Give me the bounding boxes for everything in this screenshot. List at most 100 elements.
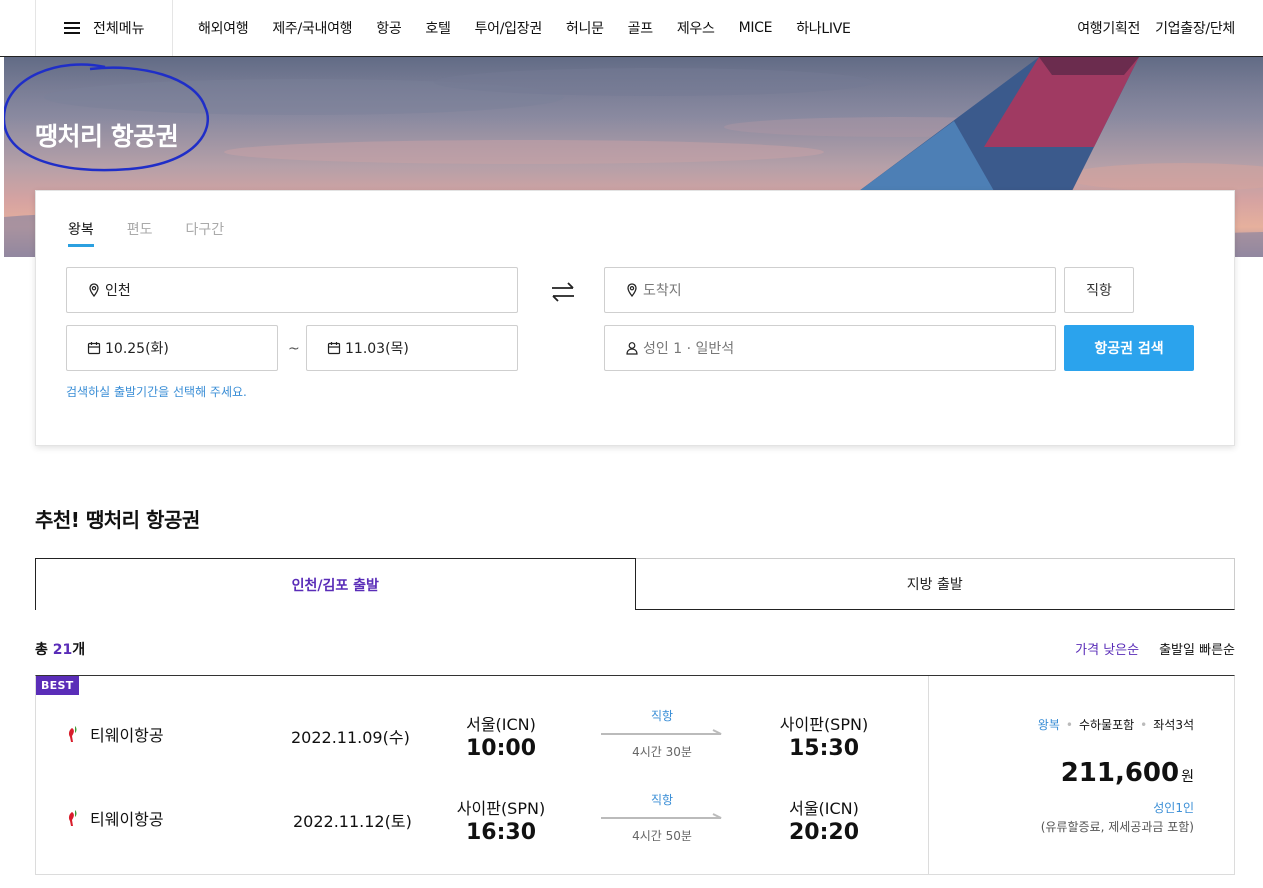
per-person-label: 성인1인	[1153, 801, 1194, 815]
origin-field[interactable]: 인천	[66, 267, 518, 313]
route-arrow-icon	[601, 729, 722, 735]
sort-departure-early[interactable]: 출발일 빠른순	[1159, 639, 1235, 658]
nav-honeymoon[interactable]: 허니문	[566, 18, 604, 38]
return-date-value: 11.03(목)	[345, 341, 409, 357]
person-icon	[625, 341, 639, 355]
flight-duration: 4시간 50분	[632, 829, 692, 843]
date-hint: 검색하실 출발기간을 선택해 주세요.	[66, 385, 247, 399]
nav-flights[interactable]: 항공	[376, 18, 401, 38]
location-pin-icon	[625, 283, 639, 297]
page-title: 땡처리 항공권	[35, 122, 179, 151]
sort-options: 가격 낮은순 출발일 빠른순	[1055, 639, 1235, 658]
tax-included-note: (유류할증료, 제세공과금 포함)	[1040, 820, 1194, 834]
nav-zeus[interactable]: 제우스	[677, 18, 715, 38]
arrival-time: 20:20	[788, 820, 860, 845]
departure-info: 서울(ICN) 10:00	[446, 711, 556, 761]
top-navigation: 전체메뉴 해외여행 제주/국내여행 항공 호텔 투어/입장권 허니문 골프 제우…	[0, 0, 1263, 57]
return-date-field[interactable]: 11.03(목)	[306, 325, 518, 371]
flight-search-panel: 왕복 편도 다구간 인천 도착지 직항 10.25(화) ~ 11.03(목)	[35, 190, 1235, 446]
airline: 티웨이항공	[66, 722, 164, 746]
passenger-class-value: 성인 1 · 일반석	[643, 341, 735, 357]
flight-leg-outbound: 티웨이항공 2022.11.09(수) 서울(ICN) 10:00 직항 4시간…	[36, 704, 928, 764]
link-business-group[interactable]: 기업출장/단체	[1155, 18, 1235, 38]
route-info: 직항 4시간 50분	[601, 791, 723, 844]
airline-name: 티웨이항공	[90, 810, 164, 829]
tag-baggage: 수하물포함	[1078, 718, 1135, 732]
departure-city: 서울(ICN)	[466, 715, 536, 734]
tag-round-trip: 왕복	[1037, 718, 1060, 732]
tab-multi-city[interactable]: 다구간	[186, 219, 225, 247]
sort-price-low[interactable]: 가격 낮은순	[1075, 639, 1139, 658]
departure-info: 사이판(SPN) 16:30	[446, 795, 556, 845]
airline-name: 티웨이항공	[90, 726, 164, 745]
result-count-number: 21	[52, 642, 73, 658]
trip-type-tabs: 왕복 편도 다구간	[68, 219, 257, 247]
all-menu-button[interactable]: 전체메뉴	[35, 0, 173, 56]
result-count-suffix: 개	[72, 642, 86, 658]
destination-field[interactable]: 도착지	[604, 267, 1056, 313]
best-badge: BEST	[36, 676, 79, 695]
nav-hotel[interactable]: 호텔	[425, 18, 450, 38]
tab-regional[interactable]: 지방 출발	[635, 558, 1235, 610]
departure-city: 사이판(SPN)	[456, 799, 546, 818]
nav-jeju-domestic[interactable]: 제주/국내여행	[272, 18, 352, 38]
link-travel-exhibition[interactable]: 여행기획전	[1077, 18, 1140, 38]
price-panel: 왕복 • 수하물포함 • 좌석3석 211,600 원 성인1인 (유류할증료, …	[928, 676, 1234, 874]
flight-date: 2022.11.09(수)	[291, 728, 410, 747]
tab-round-trip[interactable]: 왕복	[68, 219, 94, 247]
nav-golf[interactable]: 골프	[628, 18, 653, 38]
flight-card[interactable]: BEST 티웨이항공 2022.11.09(수) 서울(ICN) 10:00 직…	[35, 675, 1235, 875]
hamburger-icon	[64, 22, 80, 34]
tway-logo-icon	[68, 726, 77, 742]
passenger-class-field[interactable]: 성인 1 · 일반석	[604, 325, 1056, 371]
fare-price: 211,600 원	[1061, 758, 1194, 788]
arrival-info: 서울(ICN) 20:20	[769, 795, 879, 845]
location-pin-icon	[87, 283, 101, 297]
arrival-info: 사이판(SPN) 15:30	[769, 711, 879, 761]
arrival-time: 15:30	[788, 736, 860, 761]
swap-arrows-icon	[552, 282, 574, 302]
flight-type: 직항	[650, 709, 674, 723]
date-separator: ~	[288, 341, 300, 357]
tab-incheon-gimpo[interactable]: 인천/김포 출발	[35, 558, 636, 610]
departure-time: 10:00	[465, 736, 537, 761]
route-arrow-icon	[601, 813, 722, 819]
nav-mice[interactable]: MICE	[739, 20, 773, 36]
arrival-city: 서울(ICN)	[789, 799, 859, 818]
flight-search-button[interactable]: 항공권 검색	[1064, 325, 1194, 371]
route-info: 직항 4시간 30분	[601, 707, 723, 760]
calendar-icon	[327, 341, 341, 355]
main-nav: 해외여행 제주/국내여행 항공 호텔 투어/입장권 허니문 골프 제우스 MIC…	[186, 0, 863, 56]
utility-links: 여행기획전 기업출장/단체	[1062, 0, 1235, 56]
direct-flight-toggle[interactable]: 직항	[1064, 267, 1134, 313]
price-unit: 원	[1181, 769, 1194, 785]
flight-duration: 4시간 30분	[632, 745, 692, 759]
flight-leg-return: 티웨이항공 2022.11.12(토) 사이판(SPN) 16:30 직항 4시…	[36, 788, 928, 848]
flight-date: 2022.11.12(토)	[293, 812, 412, 831]
tab-one-way[interactable]: 편도	[127, 219, 153, 247]
price-value: 211,600	[1060, 758, 1180, 788]
result-count: 총 21개	[35, 639, 85, 659]
all-menu-label: 전체메뉴	[93, 21, 145, 37]
tag-separator: •	[1140, 717, 1148, 732]
swap-route-button[interactable]	[549, 280, 577, 304]
nav-overseas[interactable]: 해외여행	[198, 18, 249, 38]
tway-logo-icon	[68, 810, 77, 826]
nav-tour-tickets[interactable]: 투어/입장권	[475, 18, 543, 38]
departure-time: 16:30	[465, 820, 537, 845]
result-count-prefix: 총	[35, 642, 53, 658]
destination-placeholder: 도착지	[643, 283, 682, 299]
departure-tabs: 인천/김포 출발 지방 출발	[35, 558, 1235, 610]
depart-date-value: 10.25(화)	[105, 341, 169, 357]
section-title: 추천! 땡처리 항공권	[35, 508, 200, 532]
calendar-icon	[87, 341, 101, 355]
tag-seats: 좌석3석	[1153, 718, 1194, 732]
fare-tags: 왕복 • 수하물포함 • 좌석3석	[1038, 716, 1194, 733]
arrival-city: 사이판(SPN)	[779, 715, 869, 734]
tag-separator: •	[1065, 717, 1073, 732]
flight-type: 직항	[650, 793, 674, 807]
depart-date-field[interactable]: 10.25(화)	[66, 325, 278, 371]
nav-hana-live[interactable]: 하나LIVE	[796, 18, 851, 38]
airline: 티웨이항공	[66, 806, 164, 830]
origin-value: 인천	[105, 283, 131, 299]
